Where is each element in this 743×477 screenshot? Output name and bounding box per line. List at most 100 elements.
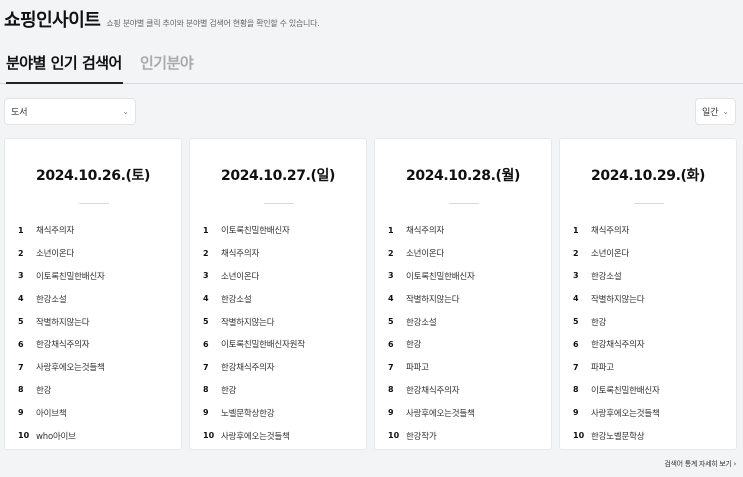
rank-keyword: 채식주의자 bbox=[36, 226, 75, 237]
rank-list: 1 이토록친밀한배신자 2 채식주의자 3 소년이온다 4 한강소설 5 작별하지않는다 6 이토록친… bbox=[203, 219, 305, 447]
rank-keyword: 소년이온다 bbox=[406, 249, 445, 260]
rank-item[interactable]: 5 한강소설 bbox=[388, 310, 475, 333]
rank-item[interactable]: 8 한강 bbox=[18, 379, 105, 402]
rank-number: 1 bbox=[18, 225, 24, 235]
rank-number: 10 bbox=[203, 431, 215, 441]
chevron-down-icon: ⌄ bbox=[122, 107, 129, 116]
rank-keyword: 한강작가 bbox=[406, 431, 437, 442]
tab-category-keywords[interactable]: 분야별 인기 검색어 bbox=[6, 52, 123, 84]
rank-keyword: 사랑후에오는것들책 bbox=[406, 408, 475, 419]
rank-keyword: 채식주의자 bbox=[591, 226, 630, 237]
rank-list: 1 채식주의자 2 소년이온다 3 이토록친밀한배신자 4 작별하지않는다 5 한강소설 6 한강 7 파… bbox=[388, 219, 475, 447]
rank-item[interactable]: 10 한강노벨문학상 bbox=[573, 424, 660, 447]
rank-item[interactable]: 7 한강채식주의자 bbox=[203, 356, 305, 379]
rank-keyword: 아이브책 bbox=[36, 408, 67, 419]
rank-item[interactable]: 1 이토록친밀한배신자 bbox=[203, 219, 305, 242]
rank-number: 4 bbox=[203, 294, 209, 304]
rank-number: 5 bbox=[18, 317, 24, 327]
rank-item[interactable]: 1 채식주의자 bbox=[573, 219, 660, 242]
rank-item[interactable]: 4 한강소설 bbox=[18, 287, 105, 310]
chevron-right-icon: › bbox=[733, 460, 737, 468]
rank-item[interactable]: 9 사랑후에오는것들책 bbox=[573, 401, 660, 424]
rank-list: 1 채식주의자 2 소년이온다 3 이토록친밀한배신자 4 한강소설 5 작별하지않는다 6 한강채식… bbox=[18, 219, 105, 447]
rank-number: 2 bbox=[388, 248, 394, 258]
rank-number: 2 bbox=[573, 248, 579, 258]
rank-keyword: 파파고 bbox=[406, 363, 429, 374]
card-date: 2024.10.26.(토) bbox=[36, 168, 150, 184]
rank-item[interactable]: 1 채식주의자 bbox=[18, 219, 105, 242]
rank-item[interactable]: 6 한강채식주의자 bbox=[573, 333, 660, 356]
rank-item[interactable]: 9 사랑후에오는것들책 bbox=[388, 401, 475, 424]
rank-number: 9 bbox=[18, 408, 24, 418]
rank-item[interactable]: 7 파파고 bbox=[388, 356, 475, 379]
rank-number: 3 bbox=[388, 271, 394, 281]
category-select[interactable]: 도서 ⌄ bbox=[4, 98, 136, 125]
rank-item[interactable]: 10 한강작가 bbox=[388, 424, 475, 447]
rank-keyword: 한강채식주의자 bbox=[406, 385, 460, 396]
rank-item[interactable]: 9 아이브책 bbox=[18, 401, 105, 424]
rank-item[interactable]: 4 한강소설 bbox=[203, 287, 305, 310]
rank-number: 1 bbox=[573, 225, 579, 235]
rank-item[interactable]: 3 이토록친밀한배신자 bbox=[18, 265, 105, 288]
rank-number: 8 bbox=[573, 385, 579, 395]
rank-item[interactable]: 7 사랑후에오는것들책 bbox=[18, 356, 105, 379]
rank-item[interactable]: 8 한강 bbox=[203, 379, 305, 402]
rank-number: 10 bbox=[573, 431, 585, 441]
rank-item[interactable]: 5 작별하지않는다 bbox=[18, 310, 105, 333]
category-select-value: 도서 bbox=[11, 108, 28, 118]
rank-keyword: 사랑후에오는것들책 bbox=[36, 363, 105, 374]
rank-keyword: 이토록친밀한배신자 bbox=[36, 271, 105, 282]
card-date: 2024.10.29.(화) bbox=[591, 168, 705, 184]
rank-keyword: 한강노벨문학상 bbox=[591, 431, 645, 442]
rank-item[interactable]: 2 채식주의자 bbox=[203, 242, 305, 265]
tab-popular-category[interactable]: 인기분야 bbox=[140, 52, 194, 84]
rank-keyword: 사랑후에오는것들책 bbox=[221, 431, 290, 442]
rank-item[interactable]: 5 한강 bbox=[573, 310, 660, 333]
rank-item[interactable]: 8 한강채식주의자 bbox=[388, 379, 475, 402]
rank-keyword: 한강소설 bbox=[221, 294, 252, 305]
page-header: 쇼핑인사이트 쇼핑 분야별 클릭 추이와 분야별 검색어 현황을 확인할 수 있… bbox=[4, 6, 320, 32]
rank-item[interactable]: 3 이토록친밀한배신자 bbox=[388, 265, 475, 288]
rank-number: 5 bbox=[388, 317, 394, 327]
rank-keyword: 작별하지않는다 bbox=[406, 294, 460, 305]
keyword-stats-more-link[interactable]: 검색어 통계 자세히 보기 › bbox=[664, 459, 736, 469]
rank-number: 5 bbox=[203, 317, 209, 327]
period-select[interactable]: 일간 ⌄ bbox=[695, 98, 736, 125]
period-select-value: 일간 bbox=[702, 108, 719, 118]
rank-number: 4 bbox=[18, 294, 24, 304]
rank-keyword: 채식주의자 bbox=[221, 249, 260, 260]
rank-number: 1 bbox=[388, 225, 394, 235]
rank-item[interactable]: 2 소년이온다 bbox=[18, 242, 105, 265]
rank-keyword: 한강 bbox=[591, 317, 607, 328]
page-subtitle: 쇼핑 분야별 클릭 추이와 분야별 검색어 현황을 확인할 수 있습니다. bbox=[106, 19, 320, 28]
rank-item[interactable]: 1 채식주의자 bbox=[388, 219, 475, 242]
day-card: 2024.10.27.(일) 1 이토록친밀한배신자 2 채식주의자 3 소년이온다 4 한강소… bbox=[189, 138, 367, 450]
rank-item[interactable]: 2 소년이온다 bbox=[388, 242, 475, 265]
rank-item[interactable]: 10 who아이브 bbox=[18, 424, 105, 447]
rank-item[interactable]: 4 작별하지않는다 bbox=[388, 287, 475, 310]
rank-item[interactable]: 6 한강 bbox=[388, 333, 475, 356]
rank-keyword: 한강 bbox=[221, 385, 237, 396]
rank-item[interactable]: 9 노벨문학상한강 bbox=[203, 401, 305, 424]
rank-item[interactable]: 6 한강채식주의자 bbox=[18, 333, 105, 356]
rank-keyword: 이토록친밀한배신자 bbox=[406, 271, 475, 282]
rank-number: 7 bbox=[18, 362, 24, 372]
card-date: 2024.10.28.(월) bbox=[406, 168, 520, 184]
rank-item[interactable]: 5 작별하지않는다 bbox=[203, 310, 305, 333]
day-card: 2024.10.28.(월) 1 채식주의자 2 소년이온다 3 이토록친밀한배신자 4 작별하… bbox=[374, 138, 552, 450]
rank-item[interactable]: 8 이토록친밀한배신자 bbox=[573, 379, 660, 402]
rank-keyword: 한강채식주의자 bbox=[221, 363, 275, 374]
rank-item[interactable]: 3 한강소설 bbox=[573, 265, 660, 288]
rank-item[interactable]: 10 사랑후에오는것들책 bbox=[203, 424, 305, 447]
rank-item[interactable]: 3 소년이온다 bbox=[203, 265, 305, 288]
rank-keyword: 소년이온다 bbox=[591, 249, 630, 260]
rank-item[interactable]: 4 작별하지않는다 bbox=[573, 287, 660, 310]
rank-item[interactable]: 7 파파고 bbox=[573, 356, 660, 379]
day-card: 2024.10.26.(토) 1 채식주의자 2 소년이온다 3 이토록친밀한배신자 4 한강소… bbox=[4, 138, 182, 450]
rank-number: 8 bbox=[388, 385, 394, 395]
rank-item[interactable]: 6 이토록친밀한배신자원작 bbox=[203, 333, 305, 356]
rank-number: 5 bbox=[573, 317, 579, 327]
tab-bar: 분야별 인기 검색어 인기분야 bbox=[0, 46, 743, 84]
rank-keyword: 작별하지않는다 bbox=[221, 317, 275, 328]
rank-item[interactable]: 2 소년이온다 bbox=[573, 242, 660, 265]
